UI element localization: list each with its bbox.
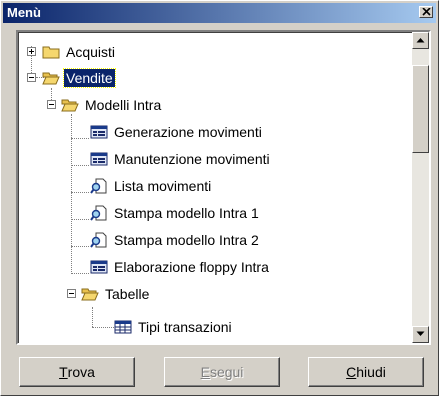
tree-item-label: Generazione movimenti: [114, 124, 262, 140]
run-button[interactable]: Esegui: [164, 357, 280, 387]
folder-open-icon: [61, 99, 79, 112]
find-button-accel: T: [59, 364, 68, 380]
find-button-label: rova: [67, 364, 95, 380]
menu-tree: Acquisti Vendite Modelli Intra Generazio…: [18, 32, 412, 343]
tree-item-acquisti[interactable]: Acquisti: [42, 41, 117, 63]
folder-open-icon: [81, 288, 99, 301]
close-icon: [422, 8, 431, 16]
tree-item-label: Elaborazione floppy Intra: [114, 259, 269, 275]
close-window-button[interactable]: [419, 6, 433, 18]
tree-item-vendite[interactable]: Vendite: [42, 67, 116, 89]
tree-item-modelli-intra[interactable]: Modelli Intra: [61, 94, 163, 116]
run-button-label: segui: [209, 364, 244, 380]
tree-item-tipi-transazioni[interactable]: Tipi transazioni: [114, 316, 234, 338]
find-button[interactable]: Trova: [19, 357, 135, 387]
tree-item-generazione-movimenti[interactable]: Generazione movimenti: [90, 121, 264, 143]
tree-item-label: Vendite: [63, 68, 116, 88]
scroll-down-button[interactable]: [412, 326, 429, 343]
form-icon: [90, 152, 108, 166]
tree-item-label: Tabelle: [105, 286, 150, 302]
form-icon: [90, 125, 108, 139]
arrow-down-icon: [416, 331, 425, 336]
folder-open-icon: [42, 72, 60, 85]
tree-item-label: Stampa modello Intra 1: [114, 205, 259, 221]
tree-item-label: Lista movimenti: [114, 178, 212, 194]
scroll-thumb[interactable]: [412, 65, 429, 153]
arrow-up-icon: [416, 38, 425, 43]
collapse-vendite-toggle[interactable]: [27, 73, 36, 82]
window-title: Menù: [7, 5, 41, 20]
tree-item-tabelle[interactable]: Tabelle: [81, 283, 151, 305]
close-button[interactable]: Chiudi: [308, 357, 424, 387]
tree-item-label: Manutenzione movimenti: [114, 151, 270, 167]
title-bar[interactable]: Menù: [3, 3, 436, 23]
report-icon: [90, 232, 107, 248]
expand-acquisti-toggle[interactable]: [27, 47, 36, 56]
tree-item-lista-movimenti[interactable]: Lista movimenti: [90, 175, 213, 197]
collapse-tabelle-toggle[interactable]: [67, 289, 76, 298]
tree-item-label: Modelli Intra: [85, 97, 162, 113]
tree-item-label: Tipi transazioni: [138, 319, 232, 335]
tree-vertical-scrollbar[interactable]: [412, 32, 429, 343]
collapse-modelli-intra-toggle[interactable]: [47, 100, 56, 109]
close-button-accel: C: [346, 364, 357, 380]
tree-item-label: Stampa modello Intra 2: [114, 232, 259, 248]
form-icon: [90, 260, 108, 274]
scroll-up-button[interactable]: [412, 32, 429, 49]
report-icon: [90, 178, 107, 194]
run-button-accel: E: [200, 364, 210, 380]
tree-item-stampa-modello-intra-1[interactable]: Stampa modello Intra 1: [90, 202, 261, 224]
menu-window: Menù Acquisti Vendite Modelli Intra Gene…: [0, 0, 439, 396]
tree-item-elaborazione-floppy-intra[interactable]: Elaborazione floppy Intra: [90, 256, 271, 278]
menu-tree-panel: Acquisti Vendite Modelli Intra Generazio…: [16, 30, 431, 345]
report-icon: [90, 205, 107, 221]
tree-item-manutenzione-movimenti[interactable]: Manutenzione movimenti: [90, 148, 272, 170]
close-button-label: hiudi: [356, 364, 386, 380]
folder-closed-icon: [42, 46, 60, 59]
tree-item-label: Acquisti: [66, 44, 116, 60]
table-icon: [114, 320, 132, 334]
tree-item-stampa-modello-intra-2[interactable]: Stampa modello Intra 2: [90, 229, 261, 251]
